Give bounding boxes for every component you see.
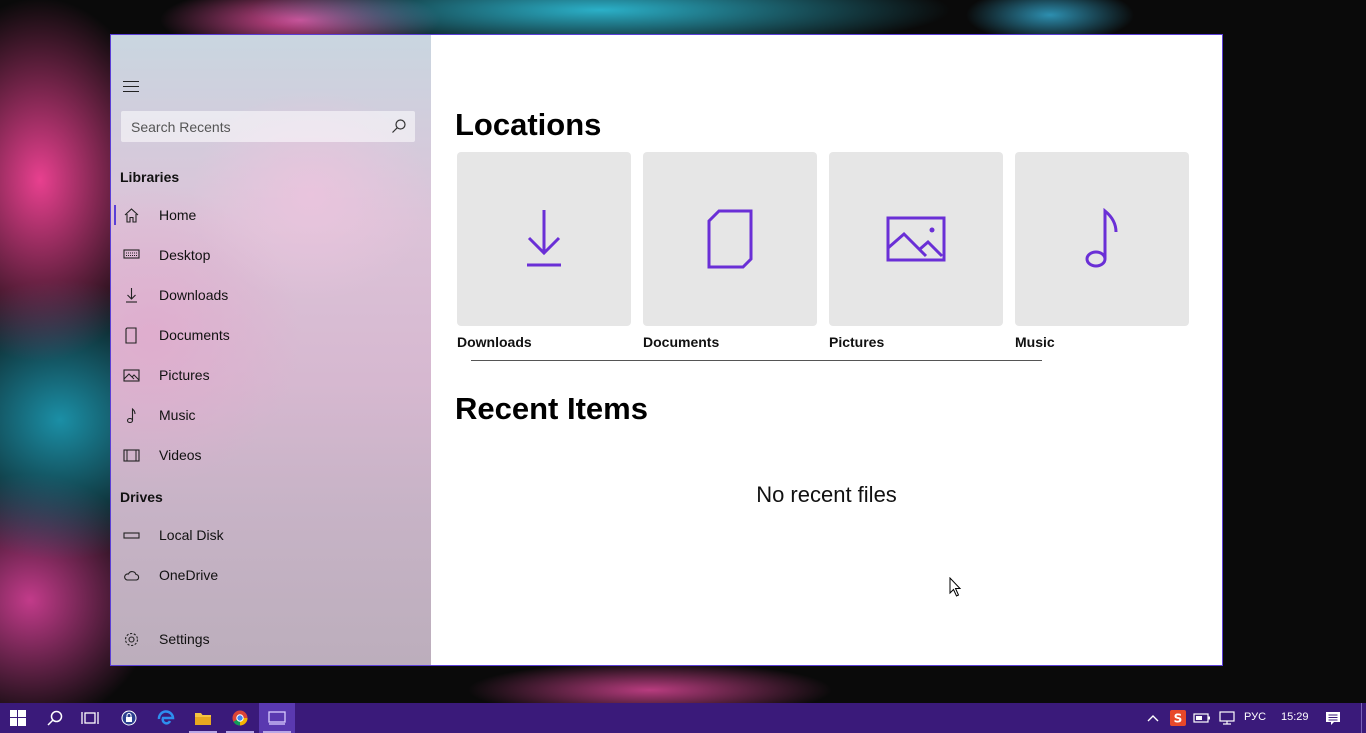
music-icon: [1085, 208, 1118, 268]
sidebar: Libraries Home Desktop Downloads Documen…: [111, 35, 431, 665]
locations-heading: Locations: [455, 107, 602, 142]
tray-app-sogou[interactable]: S: [1166, 703, 1190, 733]
task-view-icon: [81, 712, 99, 724]
sidebar-item-label: Downloads: [159, 287, 229, 303]
cloud-icon: [124, 571, 140, 581]
taskbar-app-file-explorer[interactable]: [185, 703, 221, 733]
search-icon[interactable]: [391, 118, 407, 134]
tray-network[interactable]: [1214, 703, 1240, 733]
location-tile-label: Pictures: [829, 334, 885, 350]
sidebar-item-local-disk[interactable]: Local Disk: [111, 517, 431, 553]
picture-icon: [123, 369, 140, 382]
sidebar-item-pictures[interactable]: Pictures: [111, 357, 431, 393]
document-icon: [125, 327, 137, 344]
download-icon: [126, 288, 137, 303]
input-method-icon: S: [1170, 710, 1186, 726]
location-tile-label: Documents: [643, 334, 720, 350]
taskbar: S РУС 15:29: [0, 703, 1366, 733]
gear-icon: [124, 632, 139, 647]
settings-label: Settings: [159, 631, 210, 647]
sidebar-item-downloads[interactable]: Downloads: [111, 277, 431, 313]
sidebar-item-desktop[interactable]: Desktop: [111, 237, 431, 273]
edge-browser-icon: [157, 710, 175, 725]
folder-icon: [195, 713, 211, 725]
location-tile-pictures[interactable]: Pictures: [829, 152, 1003, 350]
clock-time[interactable]: 15:29: [1281, 711, 1309, 723]
download-icon: [527, 210, 561, 267]
sidebar-item-label: Documents: [159, 327, 230, 343]
hamburger-menu-icon[interactable]: [123, 81, 139, 93]
sidebar-item-onedrive[interactable]: OneDrive: [111, 557, 431, 593]
mouse-pointer-icon: [949, 577, 962, 597]
search-input[interactable]: [121, 111, 415, 142]
home-icon: [124, 208, 139, 223]
input-language-indicator[interactable]: РУС: [1244, 711, 1266, 723]
document-icon: [707, 209, 753, 269]
section-divider: [471, 360, 1042, 361]
video-icon: [123, 449, 140, 462]
taskbar-app-chrome[interactable]: [222, 703, 258, 733]
desktop-icon: [123, 249, 140, 259]
start-button[interactable]: [0, 703, 36, 733]
drives-heading: Drives: [120, 489, 163, 505]
taskbar-app-edge[interactable]: [148, 703, 184, 733]
sidebar-item-label: Desktop: [159, 247, 211, 263]
sidebar-item-label: Home: [159, 207, 197, 223]
sidebar-item-label: Local Disk: [159, 527, 224, 543]
battery-plug-icon: [1193, 713, 1210, 723]
sidebar-item-music[interactable]: Music: [111, 397, 431, 433]
files-app-icon: [268, 711, 286, 725]
show-hidden-icons-button[interactable]: [1140, 703, 1166, 733]
taskbar-search-button[interactable]: [37, 703, 73, 733]
recent-items-heading: Recent Items: [455, 391, 648, 426]
music-icon: [126, 407, 136, 424]
taskbar-app-files[interactable]: [259, 703, 295, 733]
sidebar-item-label: Pictures: [159, 367, 210, 383]
network-icon: [1219, 711, 1235, 725]
chevron-up-icon: [1147, 715, 1159, 722]
main-content: Locations Downloads Documents Pictures M…: [431, 35, 1222, 665]
location-tile-documents[interactable]: Documents: [643, 152, 817, 350]
location-tile-label: Downloads: [457, 334, 532, 350]
sidebar-item-label: Videos: [159, 447, 202, 463]
task-view-button[interactable]: [72, 703, 108, 733]
notification-icon: [1326, 711, 1340, 725]
files-app-window: Libraries Home Desktop Downloads Documen…: [110, 34, 1223, 666]
lock-app-icon: [121, 710, 137, 726]
empty-state-message: No recent files: [756, 482, 897, 507]
disk-icon: [123, 532, 140, 539]
tray-battery[interactable]: [1190, 703, 1214, 733]
location-tile-music[interactable]: Music: [1015, 152, 1189, 350]
show-desktop-button[interactable]: [1361, 703, 1362, 733]
action-center-button[interactable]: [1316, 703, 1350, 733]
chrome-browser-icon: [232, 710, 248, 726]
location-tile-downloads[interactable]: Downloads: [457, 152, 631, 350]
location-tile-label: Music: [1015, 334, 1055, 350]
sidebar-item-home[interactable]: Home: [111, 197, 431, 233]
sidebar-item-label: OneDrive: [159, 567, 219, 583]
libraries-heading: Libraries: [120, 169, 180, 185]
taskbar-app-lock[interactable]: [111, 703, 147, 733]
sidebar-item-videos[interactable]: Videos: [111, 437, 431, 473]
search-box[interactable]: [121, 111, 415, 142]
settings-button[interactable]: Settings: [111, 621, 431, 657]
windows-logo-icon: [10, 710, 26, 726]
sidebar-item-label: Music: [159, 407, 196, 423]
sidebar-item-documents[interactable]: Documents: [111, 317, 431, 353]
search-icon: [47, 710, 63, 726]
picture-icon: [886, 216, 946, 262]
svg-text:S: S: [1174, 712, 1183, 726]
